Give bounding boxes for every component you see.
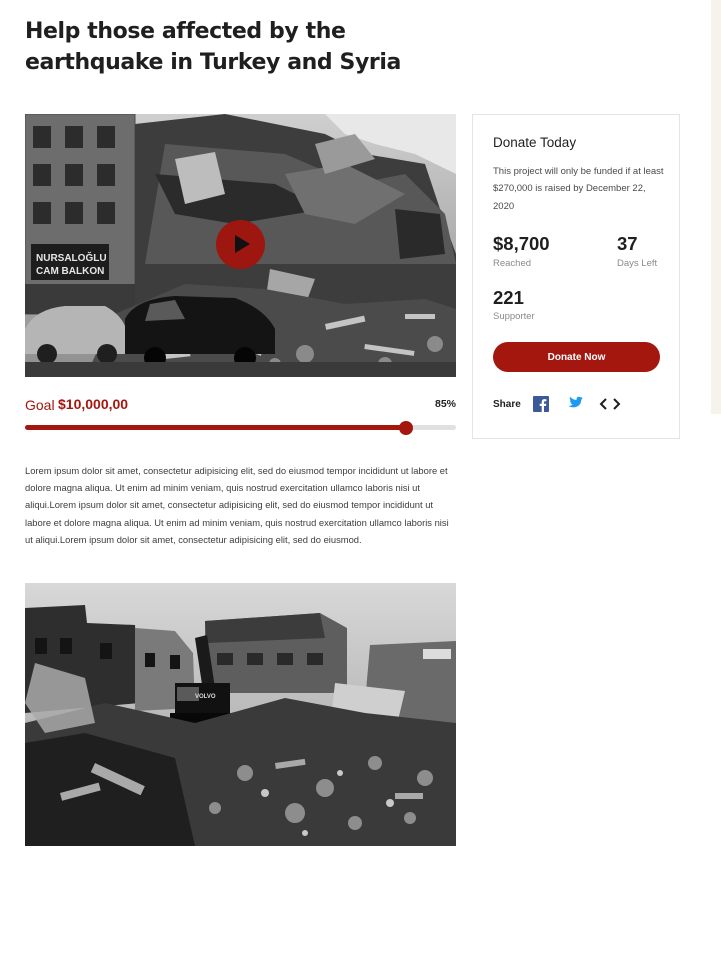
donate-now-button[interactable]: Donate Now xyxy=(493,342,660,372)
donate-card: Donate Today This project will only be f… xyxy=(472,114,680,439)
play-icon xyxy=(235,235,250,253)
funding-progress-bar xyxy=(25,420,456,435)
reached-label: Reached xyxy=(493,258,532,269)
play-video-button[interactable] xyxy=(216,220,265,269)
goal-percent: 85% xyxy=(434,398,456,410)
supporter-value: 221 xyxy=(493,287,524,308)
svg-text:VOLVO: VOLVO xyxy=(195,694,216,700)
twitter-icon[interactable] xyxy=(565,396,583,416)
days-left-label: Days Left xyxy=(617,258,658,269)
svg-text:CAM BALKON: CAM BALKON xyxy=(36,266,104,277)
page-title: Help those affected by the earthquake in… xyxy=(25,16,445,78)
rubble-street-photo: VOLVO xyxy=(25,583,456,846)
facebook-icon[interactable] xyxy=(533,396,549,417)
funding-deadline-note: This project will only be funded if at l… xyxy=(493,166,664,212)
campaign-description: Lorem ipsum dolor sit amet, consectetur … xyxy=(25,465,449,545)
svg-text:NURSALOĞLU: NURSALOĞLU xyxy=(36,251,107,264)
embed-code-icon[interactable] xyxy=(599,397,621,416)
days-left-value: 37 xyxy=(617,233,638,254)
supporter-label: Supporter xyxy=(493,311,535,322)
rubble-street-image: VOLVO xyxy=(25,583,456,846)
funding-progress-handle[interactable] xyxy=(399,420,414,435)
goal-label: Goal xyxy=(25,397,55,413)
reached-value: $8,700 xyxy=(493,233,550,254)
goal-amount: $10,000,00 xyxy=(58,396,129,412)
page-title-line-2: earthquake in Turkey and Syria xyxy=(25,50,401,75)
donate-card-title: Donate Today xyxy=(493,135,577,150)
share-label: Share xyxy=(493,399,521,410)
funding-progress-fill xyxy=(25,425,407,430)
page-title-line-1: Help those affected by the xyxy=(25,19,346,44)
side-decoration xyxy=(711,0,721,414)
goal-row: Goal $10,000,00 85% xyxy=(25,396,456,414)
